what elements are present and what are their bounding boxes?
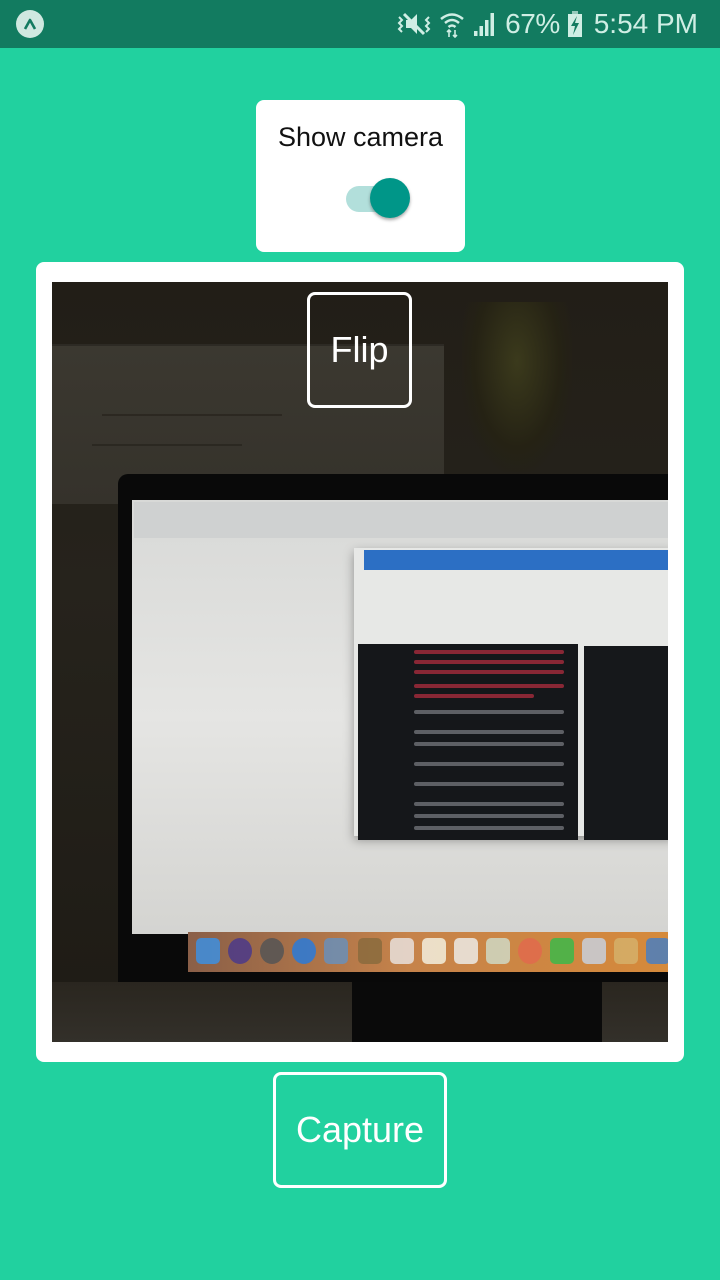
terminal-line xyxy=(414,782,564,786)
dock-app-icon xyxy=(614,938,638,964)
dock-app-icon xyxy=(292,938,316,964)
terminal-line xyxy=(414,826,564,830)
dock-app-icon xyxy=(454,938,478,964)
battery-charging-icon xyxy=(567,11,582,37)
flip-camera-button[interactable]: Flip xyxy=(307,292,412,408)
dock-app-icon xyxy=(228,938,252,964)
camera-scene-terminal xyxy=(358,644,578,840)
dock-app-icon xyxy=(550,938,574,964)
cell-signal-icon xyxy=(473,11,497,37)
terminal-line xyxy=(414,742,564,746)
dock-app-icon xyxy=(518,938,542,964)
show-camera-switch[interactable] xyxy=(346,178,412,218)
camera-scene-plant xyxy=(462,302,572,472)
expo-app-icon xyxy=(16,10,44,38)
status-bar: 67% 5:54 PM xyxy=(0,0,720,48)
battery-percent: 67% xyxy=(505,8,560,39)
terminal-line xyxy=(414,814,564,818)
camera-scene-dialog-header xyxy=(364,550,668,570)
terminal-line xyxy=(414,730,564,734)
dock-app-icon xyxy=(646,938,668,964)
terminal-line xyxy=(414,660,564,664)
camera-scene-monitor-stand xyxy=(352,982,602,1042)
dock-app-icon xyxy=(486,938,510,964)
switch-thumb[interactable] xyxy=(370,178,410,218)
terminal-line xyxy=(414,684,564,688)
terminal-line xyxy=(414,710,564,714)
dock-app-icon xyxy=(582,938,606,964)
dock-app-icon xyxy=(358,938,382,964)
wifi-icon xyxy=(439,10,465,38)
whiteboard-writing xyxy=(102,414,282,416)
terminal-line xyxy=(414,802,564,806)
camera-scene-browser-bar xyxy=(134,502,668,538)
show-camera-label: Show camera xyxy=(277,122,444,152)
dock-app-icon xyxy=(324,938,348,964)
dock-app-icon xyxy=(390,938,414,964)
show-camera-card: Show camera xyxy=(256,100,465,252)
clock: 5:54 PM xyxy=(593,8,698,39)
vibrate-mute-icon xyxy=(397,11,431,37)
terminal-line xyxy=(414,670,564,674)
capture-button[interactable]: Capture xyxy=(273,1072,447,1188)
dock-app-icon xyxy=(196,938,220,964)
dock-app-icon xyxy=(260,938,284,964)
terminal-line xyxy=(414,762,564,766)
status-icons: 67% 5:54 PM xyxy=(397,0,698,48)
dock-app-icon xyxy=(422,938,446,964)
camera-scene-terminal xyxy=(584,646,668,840)
whiteboard-writing xyxy=(92,444,242,446)
terminal-line xyxy=(414,694,534,698)
terminal-line xyxy=(414,650,564,654)
